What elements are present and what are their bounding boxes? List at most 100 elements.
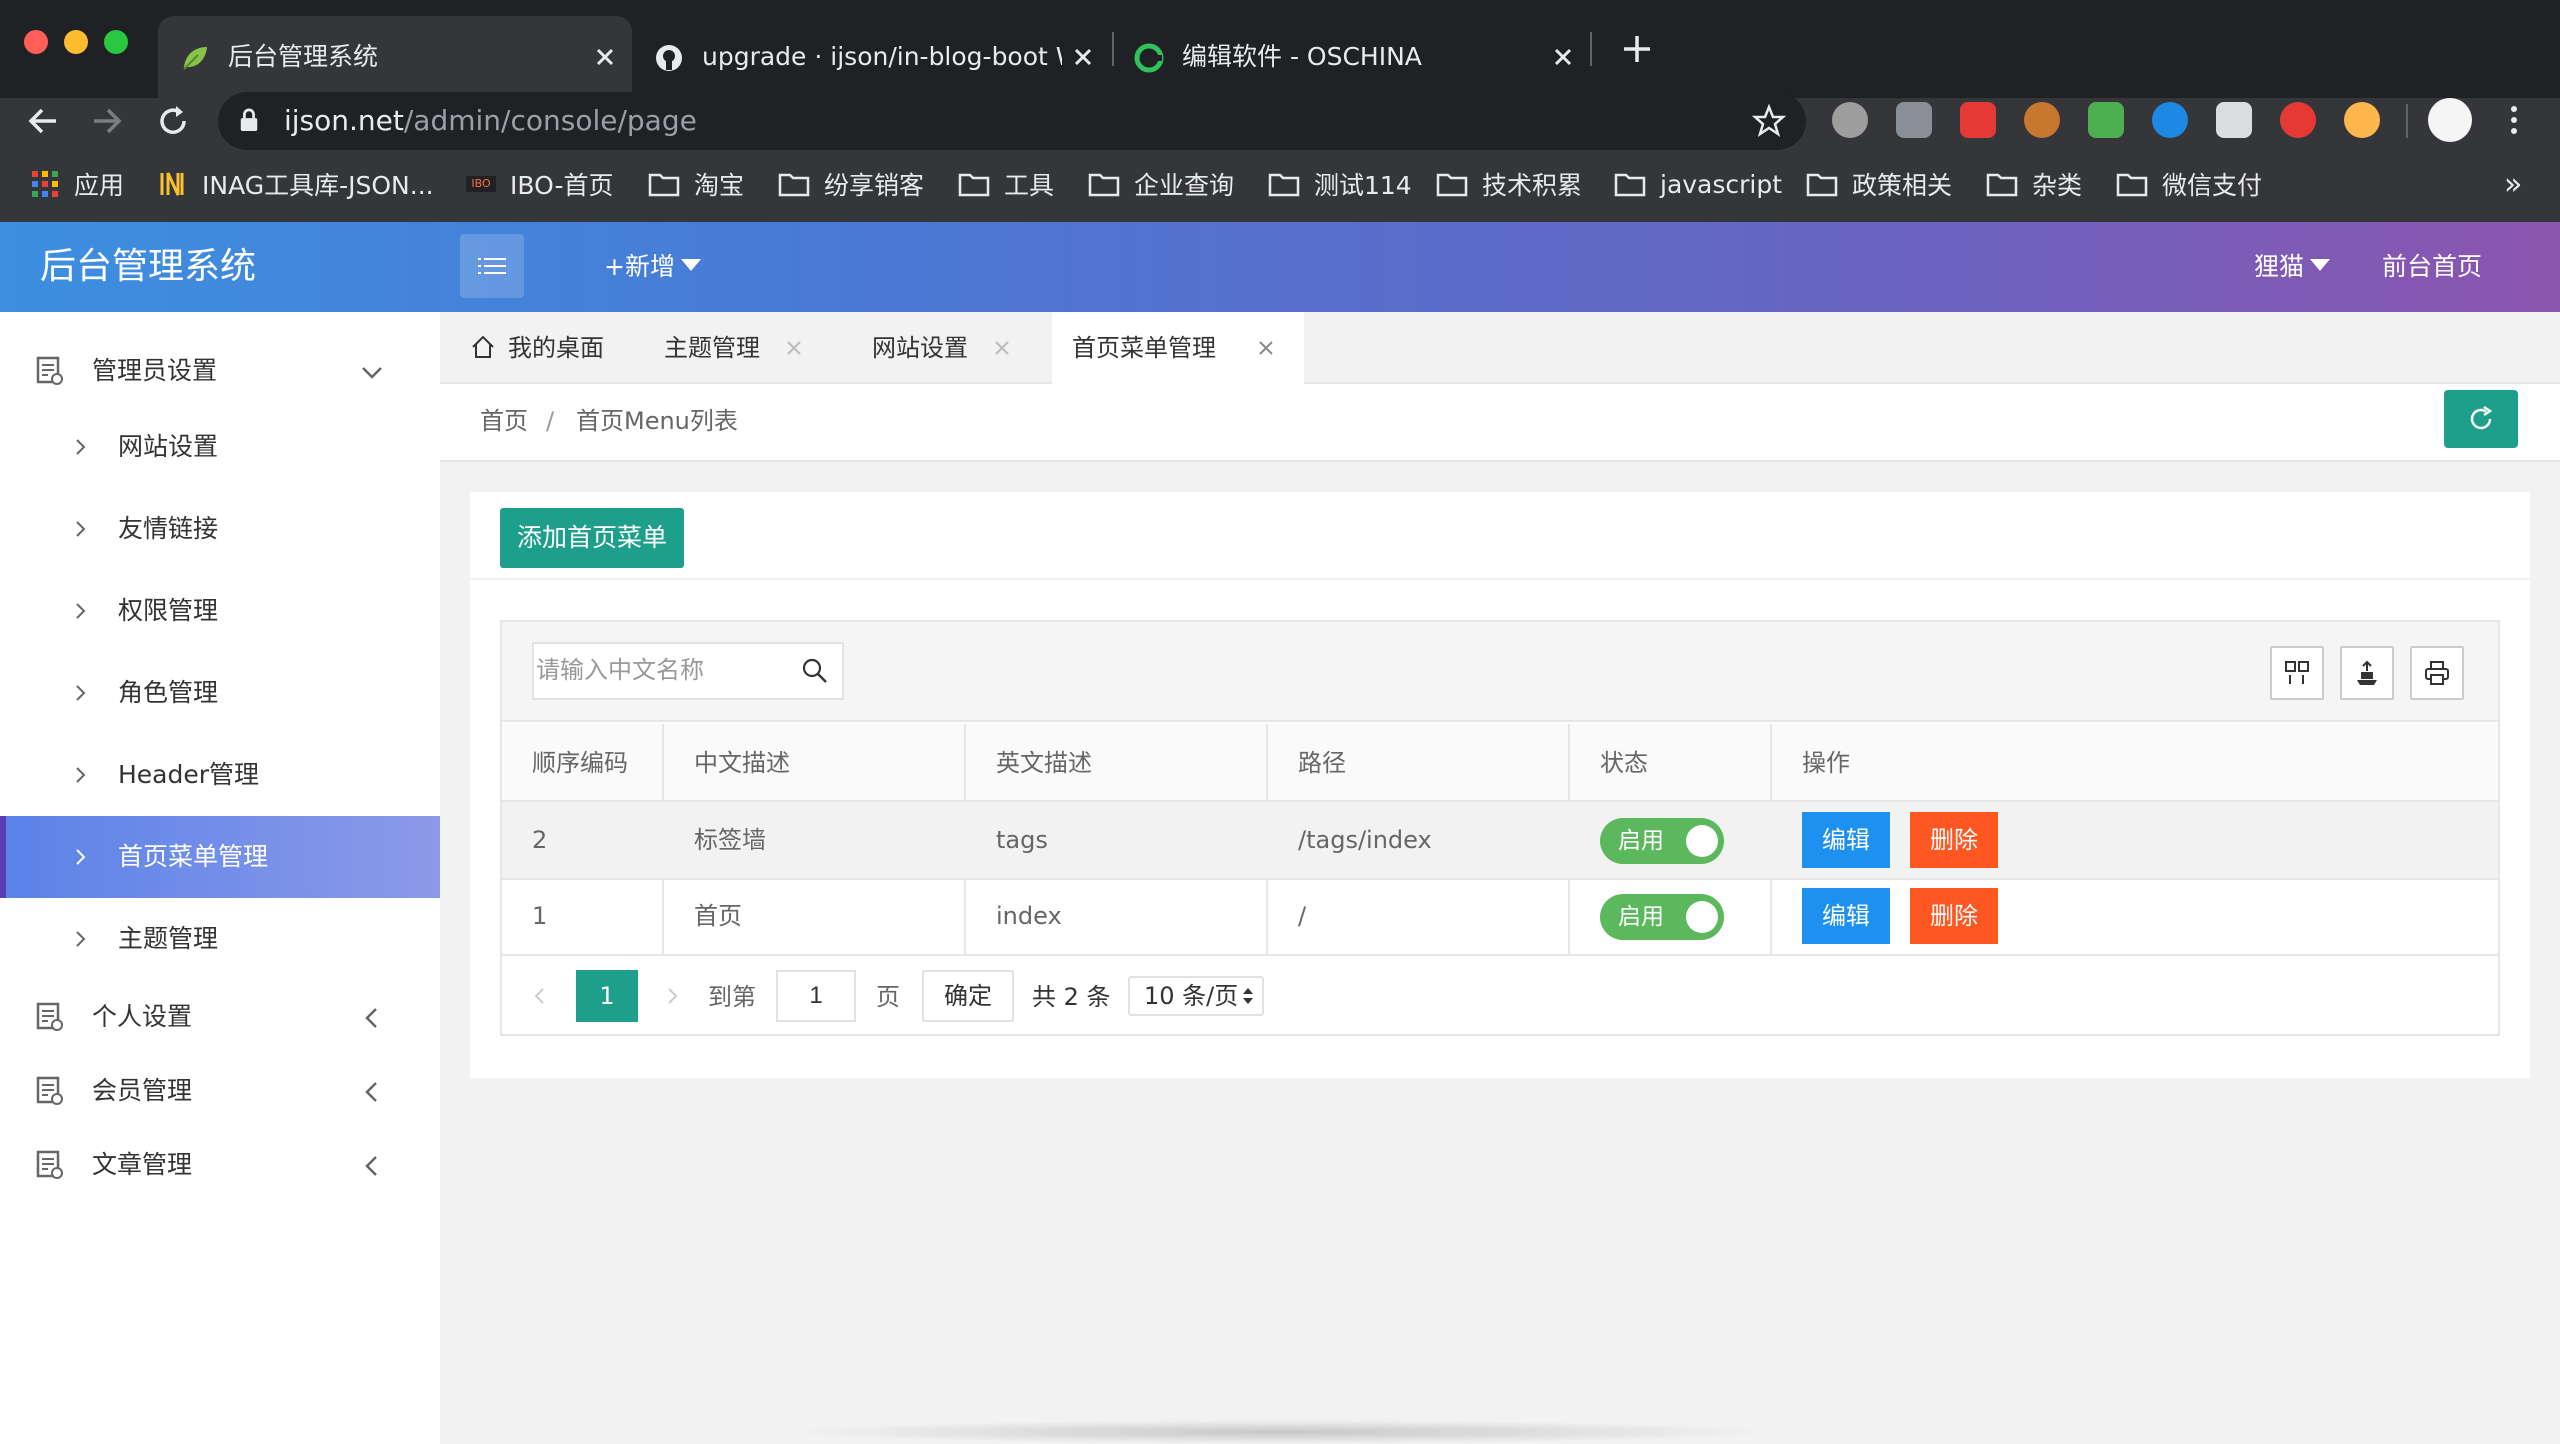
- back-arrow-icon[interactable]: [22, 100, 64, 142]
- lock-icon[interactable]: [238, 106, 260, 134]
- close-icon[interactable]: [784, 338, 804, 358]
- sidebar-item-home-menu[interactable]: 首页菜单管理: [0, 816, 440, 898]
- sidebar-item-label: 网站设置: [118, 432, 219, 461]
- goto-confirm-button[interactable]: 确定: [922, 970, 1014, 1022]
- page-number-current[interactable]: 1: [576, 970, 638, 1022]
- document-icon: [36, 1002, 63, 1031]
- bookmark-item[interactable]: 工具: [958, 162, 1054, 206]
- translate-extension-icon[interactable]: [2088, 102, 2124, 138]
- sidebar-item-header[interactable]: Header管理: [0, 734, 440, 816]
- close-icon[interactable]: [1070, 44, 1096, 70]
- sidebar-item-permissions[interactable]: 权限管理: [0, 570, 440, 652]
- delete-button[interactable]: 删除: [1910, 888, 1998, 944]
- sidebar-item-label: 角色管理: [118, 678, 219, 707]
- adblock-extension-icon[interactable]: [1832, 102, 1868, 138]
- user-menu[interactable]: 狸猫: [2254, 222, 2331, 312]
- breadcrumb-current: 首页Menu列表: [576, 407, 738, 435]
- browser-tab[interactable]: 编辑软件 - OSCHINA: [1112, 16, 1590, 98]
- close-icon[interactable]: [992, 338, 1012, 358]
- java-extension-icon[interactable]: [2024, 102, 2060, 138]
- address-url[interactable]: ijson.net/admin/console/page: [284, 92, 697, 150]
- page-size-select[interactable]: 10 条/页: [1128, 976, 1264, 1016]
- new-menu[interactable]: +新增: [604, 222, 701, 312]
- bookmark-item[interactable]: 淘宝: [648, 162, 744, 206]
- next-page-icon[interactable]: [662, 986, 682, 1006]
- tab-themes[interactable]: 主题管理: [664, 312, 814, 384]
- cell-path: /tags/index: [1298, 826, 1432, 854]
- bookmark-item[interactable]: 微信支付: [2116, 162, 2262, 206]
- chevron-right-icon: [76, 767, 86, 783]
- delete-button[interactable]: 删除: [1910, 812, 1998, 868]
- bookmark-item[interactable]: 应用: [30, 162, 124, 206]
- reload-icon[interactable]: [152, 100, 194, 142]
- tab-desktop[interactable]: 我的桌面: [470, 312, 620, 384]
- bookmark-star-icon[interactable]: [1752, 104, 1786, 138]
- print-button[interactable]: [2410, 646, 2464, 700]
- bookmark-item[interactable]: 政策相关: [1806, 162, 1952, 206]
- bookmark-item[interactable]: 技术积累: [1436, 162, 1582, 206]
- sidebar-item-website-settings[interactable]: 网站设置: [0, 406, 440, 488]
- edit-button[interactable]: 编辑: [1802, 812, 1890, 868]
- export-button[interactable]: [2340, 646, 2394, 700]
- frontend-home-link[interactable]: 前台首页: [2382, 222, 2482, 312]
- bookmarks-overflow-button[interactable]: »: [2504, 162, 2522, 206]
- status-toggle[interactable]: 启用: [1600, 894, 1724, 940]
- close-icon[interactable]: [592, 44, 618, 70]
- tab-website-settings[interactable]: 网站设置: [872, 312, 1022, 384]
- status-label: 启用: [1618, 828, 1664, 854]
- url-path: /admin/console/page: [403, 104, 697, 137]
- window-minimize-button[interactable]: [64, 30, 88, 54]
- sidebar-item-themes[interactable]: 主题管理: [0, 898, 440, 980]
- search-input[interactable]: [536, 646, 786, 696]
- edit-button[interactable]: 编辑: [1802, 888, 1890, 944]
- menu-toggle-button[interactable]: [460, 234, 524, 298]
- folder-icon: [778, 173, 810, 197]
- tab-home-menu[interactable]: 首页菜单管理: [1052, 312, 1304, 384]
- sidebar-item-roles[interactable]: 角色管理: [0, 652, 440, 734]
- bookmark-item[interactable]: 纷享销客: [778, 162, 924, 206]
- browser-tab[interactable]: upgrade · ijson/in-blog-boot W: [632, 16, 1110, 98]
- select-arrows-icon: [1243, 988, 1253, 1004]
- bookmark-label: 杂类: [2032, 171, 2083, 200]
- refresh-button[interactable]: [2444, 390, 2518, 448]
- bookmark-item[interactable]: 测试114: [1268, 162, 1412, 206]
- close-icon[interactable]: [1256, 338, 1276, 358]
- bookmark-item[interactable]: IBO IBO-首页: [466, 162, 613, 206]
- browser-tab-active[interactable]: 后台管理系统: [158, 16, 632, 98]
- forward-arrow-icon[interactable]: [86, 100, 128, 142]
- no-entry-extension-icon[interactable]: [2280, 102, 2316, 138]
- bookmark-item[interactable]: javascript: [1614, 162, 1782, 206]
- status-toggle[interactable]: 启用: [1600, 818, 1724, 864]
- tampermonkey-extension-icon[interactable]: [1896, 102, 1932, 138]
- goto-page-input[interactable]: [776, 970, 856, 1022]
- new-tab-icon[interactable]: [1620, 32, 1654, 66]
- bookmark-item[interactable]: INAG工具库-JSON...: [158, 162, 434, 206]
- oschina-icon: [1134, 43, 1164, 73]
- more-menu-icon[interactable]: [2508, 102, 2520, 138]
- sidebar-group-admin[interactable]: 管理员设置: [0, 328, 440, 408]
- chevron-right-icon: [76, 603, 86, 619]
- bookmark-item[interactable]: 企业查询: [1088, 162, 1234, 206]
- search-icon[interactable]: [800, 656, 830, 686]
- breadcrumb-home[interactable]: 首页: [480, 384, 528, 458]
- prev-page-icon[interactable]: [530, 986, 550, 1006]
- sidebar-group-personal[interactable]: 个人设置: [0, 974, 440, 1054]
- sidebar-item-friend-links[interactable]: 友情链接: [0, 488, 440, 570]
- refresh-icon: [2470, 405, 2493, 430]
- close-icon[interactable]: [1550, 44, 1576, 70]
- bowl-extension-icon[interactable]: [2344, 102, 2380, 138]
- window-close-button[interactable]: [24, 30, 48, 54]
- folder-icon: [2116, 173, 2148, 197]
- cell-path: /: [1298, 902, 1307, 930]
- mail-extension-icon[interactable]: [2216, 102, 2252, 138]
- column-filter-button[interactable]: [2270, 646, 2324, 700]
- sidebar-group-articles[interactable]: 文章管理: [0, 1122, 440, 1202]
- table-row: [502, 880, 2498, 954]
- bookmark-item[interactable]: 杂类: [1986, 162, 2082, 206]
- sidebar-group-members[interactable]: 会员管理: [0, 1048, 440, 1128]
- globe-extension-icon[interactable]: [2152, 102, 2188, 138]
- profile-avatar[interactable]: [2428, 98, 2472, 142]
- window-maximize-button[interactable]: [104, 30, 128, 54]
- add-home-menu-button[interactable]: 添加首页菜单: [500, 508, 684, 568]
- fehelper-extension-icon[interactable]: [1960, 102, 1996, 138]
